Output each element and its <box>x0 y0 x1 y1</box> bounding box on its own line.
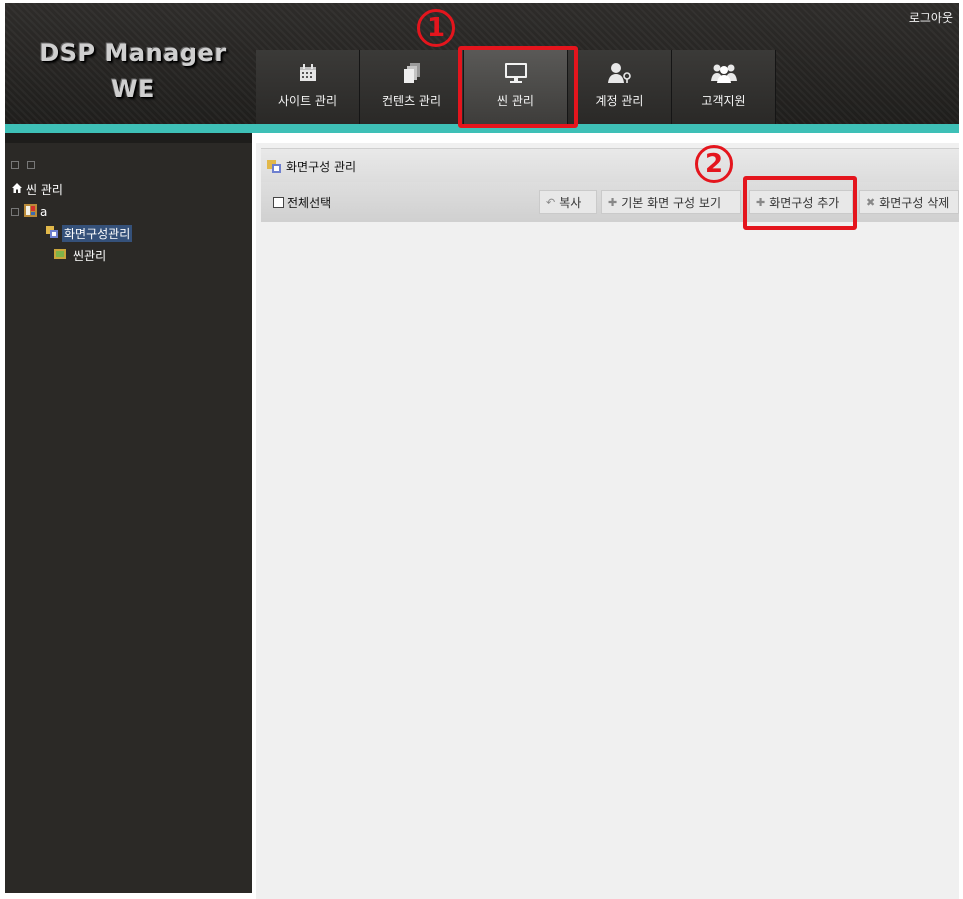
nav-label: 컨텐츠 관리 <box>381 94 441 108</box>
nav-label: 사이트 관리 <box>277 94 337 108</box>
select-all-checkbox[interactable]: 전체선택 <box>273 194 331 211</box>
delete-layout-label: 화면구성 삭제 <box>879 195 950 210</box>
annotation-marker-2: 2 <box>695 145 733 183</box>
nav-site-management[interactable]: 사이트 관리 <box>256 50 360 124</box>
annotation-highlight-1 <box>458 46 578 128</box>
copy-icon: ↶ <box>546 195 556 209</box>
logo-subtitle: WE <box>111 75 155 103</box>
nav-label: 계정 관리 <box>595 94 644 108</box>
sidebar-tree: 씬 관리 a 화면구성관리 씬관리 <box>5 133 252 893</box>
tree-root[interactable]: 씬 관리 <box>11 181 63 198</box>
tree-root-label: 씬 관리 <box>26 183 63 197</box>
panel-title: 화면구성 관리 <box>286 159 357 174</box>
stacked-pages-icon <box>402 62 422 84</box>
calendar-icon <box>298 62 318 84</box>
tree-site-node[interactable]: a <box>11 202 47 221</box>
delete-layout-button[interactable]: ✖ 화면구성 삭제 <box>859 190 959 214</box>
tree-toggle-icon[interactable] <box>11 207 19 216</box>
layout-icon <box>266 158 282 174</box>
tree-item-label: 화면구성관리 <box>62 225 133 242</box>
checkbox-box[interactable] <box>273 196 284 208</box>
view-default-label: 기본 화면 구성 보기 <box>621 195 721 210</box>
users-icon <box>710 62 738 84</box>
tree-item-scene-management[interactable]: 씬관리 <box>53 247 106 264</box>
main-content: 화면구성 관리 전체선택 ↶ 복사 ✚ 기본 화면 구성 보기 ✚ 화면구성 추… <box>256 133 959 899</box>
scene-icon <box>53 248 67 263</box>
expand-all-icon[interactable] <box>27 161 35 169</box>
user-key-icon <box>607 62 633 84</box>
nav-content-management[interactable]: 컨텐츠 관리 <box>360 50 464 124</box>
site-folder-icon <box>23 202 39 221</box>
tree-item-layout-management[interactable]: 화면구성관리 <box>45 225 133 242</box>
select-all-label: 전체선택 <box>287 195 332 210</box>
tree-site-label: a <box>40 204 48 219</box>
annotation-marker-1: 1 <box>417 9 455 47</box>
layout-icon <box>45 225 59 242</box>
nav-label: 고객지원 <box>701 94 746 108</box>
annotation-highlight-2 <box>743 176 857 230</box>
copy-button-label: 복사 <box>559 195 582 210</box>
nav-customer-support[interactable]: 고객지원 <box>672 50 776 124</box>
plus-icon: ✚ <box>608 195 618 209</box>
nav-account-management[interactable]: 계정 관리 <box>568 50 672 124</box>
delete-icon: ✖ <box>866 195 876 209</box>
tree-item-label: 씬관리 <box>73 249 107 263</box>
logo-title: DSP Manager <box>39 39 227 67</box>
home-icon <box>11 182 23 197</box>
app-logo: DSP Manager WE <box>33 35 233 107</box>
logout-link[interactable]: 로그아웃 <box>909 9 953 26</box>
collapse-all-icon[interactable] <box>11 161 19 169</box>
copy-button[interactable]: ↶ 복사 <box>539 190 597 214</box>
view-default-layout-button[interactable]: ✚ 기본 화면 구성 보기 <box>601 190 741 214</box>
tree-controls <box>11 161 35 169</box>
